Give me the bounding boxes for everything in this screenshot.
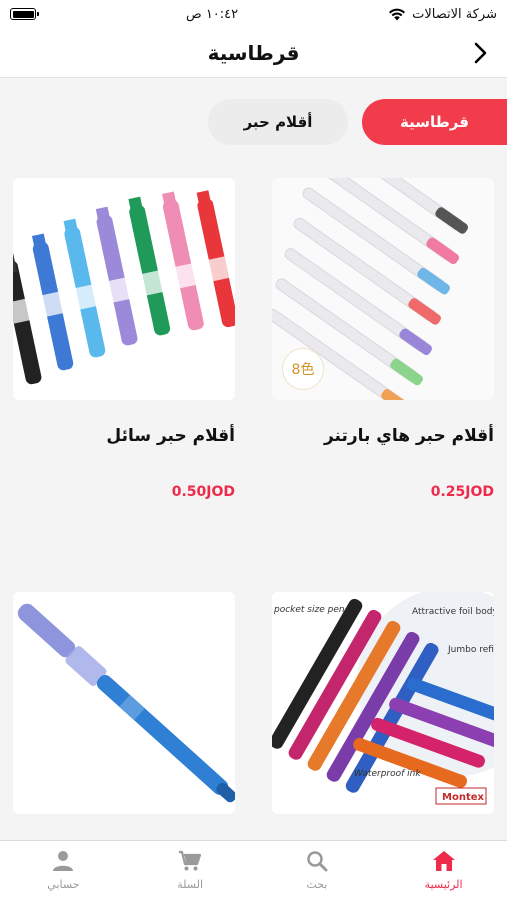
carrier-name: شركة الاتصالات — [412, 6, 497, 22]
tab-cart[interactable]: السلة — [127, 841, 254, 900]
cart-icon — [179, 850, 202, 871]
person-icon — [53, 851, 74, 871]
nav-bar: قرطاسية — [0, 28, 507, 78]
status-time: ١٠:٤٢ ص — [185, 6, 239, 22]
image-text-ink: Waterproof ink — [354, 769, 421, 779]
battery-icon — [10, 8, 39, 20]
product-price: 0.25JOD — [430, 484, 494, 500]
filter-chips: قرطاسية أقلام حبر — [0, 99, 507, 145]
product-price: 0.50JOD — [171, 484, 235, 500]
status-bar: ١٠:٤٢ ص شركة الاتصالات — [0, 0, 507, 28]
chip-ink-pens[interactable]: أقلام حبر — [208, 99, 348, 145]
tab-search[interactable]: بحث — [254, 841, 381, 900]
tab-label: بحث — [306, 878, 328, 891]
image-text-refill: Jumbo refill — [447, 645, 494, 655]
bottom-tab-bar: الرئيسية بحث السلة حسابي — [0, 840, 507, 900]
product-image: 8色 — [272, 178, 494, 400]
page-title: قرطاسية — [207, 40, 300, 65]
search-icon — [307, 851, 328, 872]
tab-label: حسابي — [47, 878, 80, 891]
product-name: أقلام حبر هاي بارتنر — [323, 426, 494, 446]
back-button[interactable] — [465, 38, 495, 68]
status-right: شركة الاتصالات — [388, 7, 497, 22]
product-image — [13, 592, 235, 814]
product-name: أقلام حبر سائل — [106, 426, 235, 446]
tab-label: الرئيسية — [424, 878, 463, 891]
tab-account[interactable]: حسابي — [0, 841, 127, 900]
tab-label: السلة — [177, 878, 203, 891]
product-image: pocket size pen Attractive foil body Jum… — [272, 592, 494, 814]
home-icon — [432, 851, 455, 871]
wifi-icon — [389, 8, 406, 20]
product-card[interactable]: أقلام حبر سائل 0.50JOD — [13, 178, 235, 500]
image-text-pocket: pocket size pen — [273, 605, 345, 615]
color-count-badge: 8色 — [282, 348, 324, 390]
image-text-brand: Montex — [442, 792, 485, 803]
chip-stationery[interactable]: قرطاسية — [362, 99, 507, 145]
product-card[interactable]: pocket size pen Attractive foil body Jum… — [272, 592, 494, 814]
product-image — [13, 178, 235, 400]
chevron-right-icon — [474, 42, 487, 64]
tab-home[interactable]: الرئيسية — [380, 841, 507, 900]
product-card[interactable] — [13, 592, 235, 814]
product-card[interactable]: 8色 أقلام حبر هاي بارتنر 0.25JOD — [272, 178, 494, 500]
image-text-foil: Attractive foil body — [412, 607, 494, 617]
